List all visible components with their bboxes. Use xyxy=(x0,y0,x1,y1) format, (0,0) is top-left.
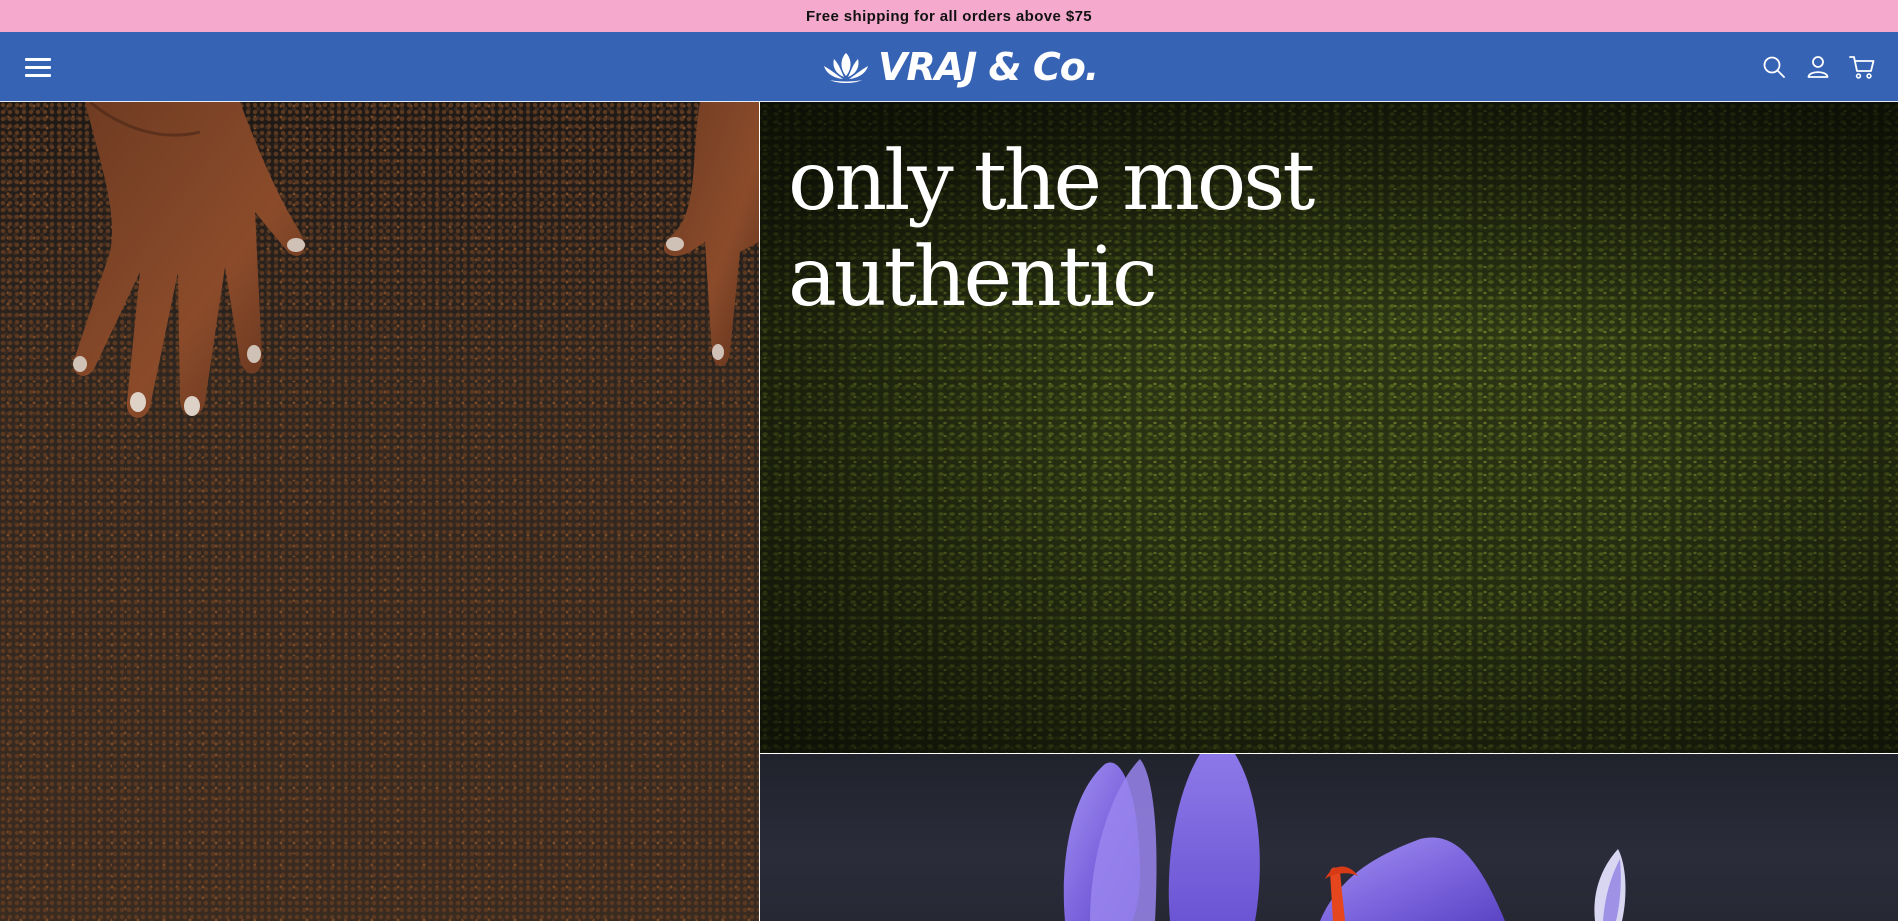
crocus-illustration xyxy=(1063,754,1626,921)
lotus-icon xyxy=(824,53,868,83)
announcement-bar: Free shipping for all orders above $75 xyxy=(0,0,1898,32)
site-header: VRAJ & Co. xyxy=(0,32,1898,102)
menu-icon-line xyxy=(25,66,51,69)
search-icon xyxy=(1763,56,1785,78)
account-button[interactable] xyxy=(1803,52,1833,82)
brand-logo-link[interactable]: VRAJ & Co. xyxy=(822,44,1099,90)
brand-name: VRAJ & Co. xyxy=(878,45,1099,89)
peppercorn-image xyxy=(0,102,759,921)
headline-line-2: authentic xyxy=(788,230,1158,325)
menu-icon-line xyxy=(25,58,51,61)
account-icon xyxy=(1807,56,1829,78)
headline-line-1: only the most xyxy=(788,134,1315,229)
announcement-text: Free shipping for all orders above $75 xyxy=(805,7,1093,25)
cart-icon xyxy=(1849,56,1875,79)
menu-icon-line xyxy=(25,74,51,77)
cardamom-image: only the most authentic xyxy=(760,102,1898,753)
hands-illustration xyxy=(73,102,759,418)
cart-button[interactable] xyxy=(1847,52,1877,82)
hero-collage: only the most authentic xyxy=(0,102,1898,921)
hero-headline: only the most authentic xyxy=(788,134,1688,326)
search-button[interactable] xyxy=(1759,52,1789,82)
saffron-flower-image xyxy=(760,754,1898,921)
menu-button[interactable] xyxy=(22,51,54,83)
